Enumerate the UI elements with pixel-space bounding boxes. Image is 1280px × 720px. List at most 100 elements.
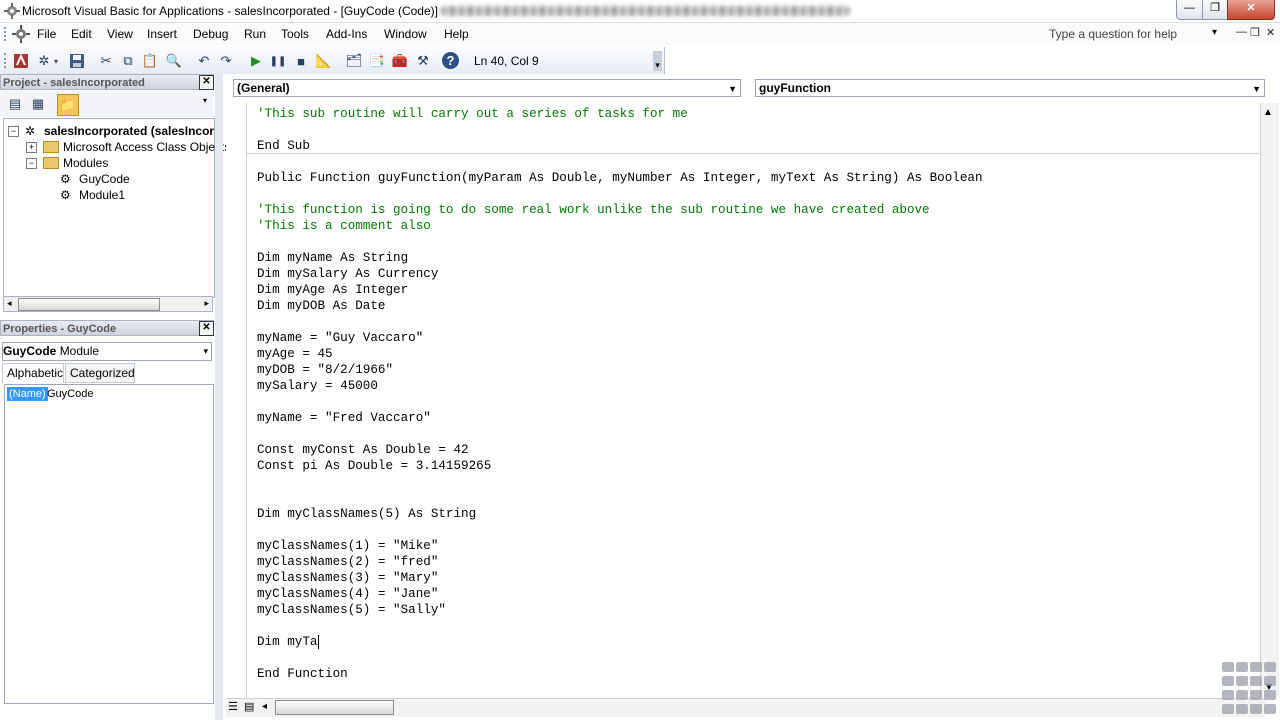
toolbar-overflow-icon[interactable]: ▾ <box>653 51 662 71</box>
cut-icon[interactable]: ✂ <box>96 51 116 71</box>
help-question-box[interactable]: Type a question for help <box>1049 27 1177 41</box>
menu-edit[interactable]: Edit <box>71 27 92 41</box>
vba-menu-icon[interactable] <box>10 24 32 44</box>
scroll-left-icon[interactable]: ◂ <box>7 298 12 309</box>
code-line[interactable]: Const pi As Double = 3.14159265 <box>257 458 491 474</box>
tree-item-project[interactable]: − ✲ salesIncorporated (salesIncor <box>8 123 214 139</box>
project-explorer-icon[interactable]: 🗂 <box>344 51 364 71</box>
scroll-right-icon[interactable]: ▸ <box>204 298 209 309</box>
chevron-down-icon[interactable]: ▼ <box>728 81 737 97</box>
tab-categorized[interactable]: Categorized <box>65 363 135 383</box>
view-access-icon[interactable] <box>11 51 31 71</box>
code-line[interactable]: myClassNames(1) = "Mike" <box>257 538 438 554</box>
code-line[interactable]: Dim mySalary As Currency <box>257 266 438 282</box>
maximize-button[interactable]: ❐ <box>1202 0 1228 20</box>
code-line[interactable]: Public Function guyFunction(myParam As D… <box>257 170 983 186</box>
code-line[interactable]: 'This is a comment also <box>257 218 431 234</box>
scroll-left-icon[interactable]: ◂ <box>262 701 267 712</box>
view-object-icon[interactable]: ▦ <box>28 94 48 114</box>
insert-dropdown-arrow-icon[interactable]: ▾ <box>51 51 61 71</box>
menu-tools[interactable]: Tools <box>281 27 309 41</box>
code-vertical-scrollbar[interactable]: ▲ ▼ <box>1260 103 1279 697</box>
tree-item-guycode[interactable]: ⚙ GuyCode <box>60 171 130 187</box>
code-line[interactable]: Dim myTa <box>257 634 317 650</box>
panel-splitter[interactable] <box>215 74 223 720</box>
code-line[interactable]: 'This sub routine will carry out a serie… <box>257 106 688 122</box>
expand-icon[interactable]: + <box>26 141 37 153</box>
tree-item-module1[interactable]: ⚙ Module1 <box>60 187 125 203</box>
menu-run[interactable]: Run <box>244 27 266 41</box>
code-line[interactable]: 'This function is going to do some real … <box>257 202 930 218</box>
project-scroll-thumb[interactable] <box>18 298 160 311</box>
code-line[interactable]: myClassNames(4) = "Jane" <box>257 586 438 602</box>
properties-window-icon[interactable]: 📑 <box>367 51 387 71</box>
menu-file[interactable]: File <box>37 27 56 41</box>
code-line[interactable]: Dim myDOB As Date <box>257 298 385 314</box>
view-code-icon[interactable]: ▤ <box>5 94 25 114</box>
properties-object-select[interactable]: GuyCode Module ▾ <box>2 342 212 361</box>
tree-item-access-objects[interactable]: + Microsoft Access Class Objects <box>26 139 230 155</box>
mdi-restore-button[interactable]: ❐ <box>1250 26 1260 39</box>
toolbox-icon[interactable]: ⚒ <box>413 51 433 71</box>
collapse-icon[interactable]: − <box>8 125 19 137</box>
code-line[interactable]: Dim myClassNames(5) As String <box>257 506 476 522</box>
mdi-minimize-button[interactable]: — <box>1236 26 1247 38</box>
margin-indicator-bar[interactable] <box>226 103 247 697</box>
menubar-grip[interactable] <box>4 27 9 41</box>
menu-add-ins[interactable]: Add-Ins <box>326 27 367 41</box>
reset-icon[interactable]: ■ <box>291 51 311 71</box>
properties-panel-close-icon[interactable]: ✕ <box>199 321 214 336</box>
menu-view[interactable]: View <box>107 27 133 41</box>
toolbar-grip[interactable] <box>4 53 9 68</box>
object-combo[interactable]: (General) ▼ <box>233 79 741 97</box>
code-line[interactable]: myClassNames(5) = "Sally" <box>257 602 446 618</box>
code-line[interactable]: End Sub <box>257 138 310 154</box>
code-line[interactable]: myName = "Fred Vaccaro" <box>257 410 431 426</box>
chevron-down-icon[interactable]: ▼ <box>1252 81 1261 97</box>
procedure-view-icon[interactable]: ☰ <box>228 700 238 713</box>
menu-insert[interactable]: Insert <box>147 27 177 41</box>
chevron-down-icon[interactable]: ▾ <box>203 343 208 359</box>
code-line[interactable]: myClassNames(2) = "fred" <box>257 554 438 570</box>
help-icon[interactable]: ? <box>442 52 459 69</box>
code-scroll-thumb[interactable] <box>275 700 394 715</box>
tree-item-modules[interactable]: − Modules <box>26 155 108 171</box>
close-window-button[interactable]: ✕ <box>1227 0 1275 20</box>
undo-icon[interactable]: ↶ <box>194 51 214 71</box>
code-line[interactable]: myName = "Guy Vaccaro" <box>257 330 423 346</box>
toggle-folders-icon[interactable]: 📁 <box>57 94 79 116</box>
menu-help[interactable]: Help <box>444 27 469 41</box>
code-line[interactable]: Const myConst As Double = 42 <box>257 442 469 458</box>
menu-window[interactable]: Window <box>384 27 427 41</box>
copy-icon[interactable]: ⧉ <box>118 51 138 71</box>
procedure-combo[interactable]: guyFunction ▼ <box>755 79 1265 97</box>
menu-debug[interactable]: Debug <box>193 27 228 41</box>
mdi-close-button[interactable]: ✕ <box>1266 26 1275 39</box>
find-icon[interactable]: 🔍 <box>164 51 184 71</box>
code-line[interactable]: Dim myName As String <box>257 250 408 266</box>
break-icon[interactable]: ❚❚ <box>268 51 288 71</box>
code-line[interactable]: myClassNames(3) = "Mary" <box>257 570 438 586</box>
tab-alphabetic[interactable]: Alphabetic <box>2 363 64 383</box>
run-icon[interactable]: ▶ <box>246 51 266 71</box>
property-value-cell[interactable]: GuyCode <box>47 388 93 400</box>
code-line[interactable]: End Function <box>257 666 348 682</box>
design-mode-icon[interactable]: 📐 <box>314 51 334 71</box>
full-module-view-icon[interactable]: ▤ <box>244 700 254 713</box>
help-dropdown-arrow[interactable]: ▾ <box>1212 27 1217 38</box>
redo-icon[interactable]: ↷ <box>216 51 236 71</box>
paste-icon[interactable]: 📋 <box>140 51 160 71</box>
object-browser-icon[interactable]: 🧰 <box>390 51 410 71</box>
property-name-cell[interactable]: (Name) <box>7 387 48 401</box>
collapse-icon[interactable]: − <box>26 157 37 169</box>
save-icon[interactable] <box>67 51 87 71</box>
code-line[interactable]: myDOB = "8/2/1966" <box>257 362 393 378</box>
code-line[interactable]: mySalary = 45000 <box>257 378 378 394</box>
code-line[interactable]: myAge = 45 <box>257 346 333 362</box>
text-caret <box>318 635 320 649</box>
project-scroll-down-icon[interactable]: ▾ <box>203 96 213 116</box>
scroll-up-icon[interactable]: ▲ <box>1263 107 1273 118</box>
project-panel-close-icon[interactable]: ✕ <box>199 75 214 90</box>
minimize-button[interactable]: — <box>1176 0 1203 20</box>
code-line[interactable]: Dim myAge As Integer <box>257 282 408 298</box>
